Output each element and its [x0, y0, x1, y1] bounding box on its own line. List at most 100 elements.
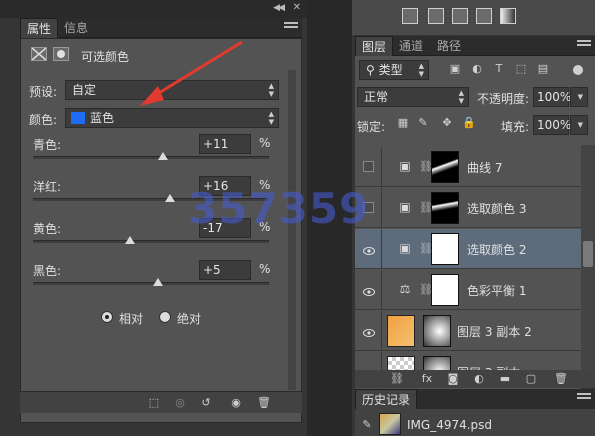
gradient-map-icon[interactable]: [500, 8, 516, 24]
absolute-label: 绝对: [177, 312, 202, 326]
layer-mask-thumbnail: [431, 192, 459, 224]
visibility-checkbox[interactable]: [363, 161, 374, 172]
eye-icon[interactable]: [363, 285, 375, 296]
preset-label: 预设:: [29, 85, 58, 99]
properties-footer: ⬚ ◎ ↺ ◉ 🗑: [20, 391, 302, 413]
slider-thumb[interactable]: [125, 236, 135, 244]
new-group-icon[interactable]: ▬: [497, 372, 513, 386]
lock-pixels-icon[interactable]: ✎: [415, 116, 431, 130]
properties-tabbar: 属性 信息: [20, 18, 302, 38]
color-swatch: [71, 112, 85, 124]
history-header: 历史记录: [355, 389, 595, 409]
slider-value-input[interactable]: +5: [199, 260, 251, 280]
history-menu-icon[interactable]: [577, 393, 591, 403]
selective-color-icon[interactable]: [476, 8, 492, 24]
text-filter-icon[interactable]: T: [491, 62, 507, 76]
chevron-down-icon: ▼: [577, 93, 583, 101]
slider-thumb[interactable]: [153, 278, 163, 286]
tab-layers[interactable]: 图层: [355, 36, 394, 56]
opacity-input[interactable]: 100%: [533, 87, 571, 107]
history-item[interactable]: IMG_4974.psd: [407, 418, 492, 432]
layer-row[interactable]: 图层 3 副本 2: [355, 311, 581, 351]
shape-filter-icon[interactable]: ⬚: [513, 62, 529, 76]
slider-track[interactable]: [33, 282, 269, 285]
new-layer-icon[interactable]: ▢: [523, 372, 539, 386]
dropdown-arrow-icon: ▲ ▼: [418, 62, 424, 78]
layer-name[interactable]: 选取颜色 3: [467, 200, 526, 217]
link-icon[interactable]: ⛓: [389, 372, 405, 386]
relative-label: 相对: [119, 312, 144, 326]
absolute-radio[interactable]: [159, 311, 171, 323]
slider-value-input[interactable]: +11: [199, 134, 251, 154]
layer-name[interactable]: 图层 3 副本 2: [457, 323, 532, 340]
relative-radio[interactable]: [101, 311, 113, 323]
filter-dropdown[interactable]: ⚲ 类型 ▲ ▼: [359, 60, 429, 80]
add-mask-icon[interactable]: ◙: [445, 372, 461, 386]
pixel-filter-icon[interactable]: ▣: [447, 62, 463, 76]
opacity-dropdown[interactable]: ▼: [570, 87, 588, 107]
fx-icon[interactable]: fx: [419, 372, 435, 386]
layer-name[interactable]: 曲线 7: [467, 159, 502, 176]
slider-track[interactable]: [33, 156, 269, 159]
history-brush-icon[interactable]: ✎: [359, 418, 375, 432]
panel-strip: ◀◀ ✕: [0, 0, 307, 18]
lock-position-icon[interactable]: ✥: [439, 116, 455, 130]
panel-menu-icon[interactable]: [284, 22, 298, 32]
row-divider: [381, 270, 382, 310]
adjustment-layer-icon: ▣: [399, 241, 411, 255]
fill-input[interactable]: 100%: [533, 115, 571, 135]
layer-row[interactable]: ⚖ ⛓ 色彩平衡 1: [355, 270, 581, 310]
layer-row[interactable]: ▣ ⛓ 曲线 7: [355, 147, 581, 187]
clip-to-layer-icon[interactable]: ⬚: [146, 396, 162, 410]
layers-scrollbar[interactable]: [581, 145, 595, 370]
slider-thumb[interactable]: [165, 194, 175, 202]
layer-name[interactable]: 选取颜色 2: [467, 241, 526, 258]
reset-icon[interactable]: ↺: [198, 396, 214, 410]
new-adjustment-icon[interactable]: ◐: [471, 372, 487, 386]
scroll-thumb[interactable]: [583, 241, 593, 267]
filter-toggle-icon[interactable]: [573, 65, 583, 75]
lock-transparent-icon[interactable]: ▦: [395, 116, 411, 130]
tab-history[interactable]: 历史记录: [355, 389, 418, 409]
brightness-adjust-icon[interactable]: [402, 8, 418, 24]
close-icon[interactable]: ✕: [293, 2, 301, 13]
slider-thumb[interactable]: [158, 152, 168, 160]
search-icon: ⚲: [366, 63, 379, 77]
tab-channels[interactable]: 通道: [393, 36, 429, 56]
tab-properties[interactable]: 属性: [20, 18, 59, 38]
tab-info[interactable]: 信息: [58, 18, 94, 38]
visibility-icon[interactable]: ◉: [228, 396, 244, 410]
delete-layer-icon[interactable]: 🗑: [553, 372, 569, 386]
layers-menu-icon[interactable]: [577, 40, 591, 50]
layer-row[interactable]: ▣ ⛓ 选取颜色 2: [355, 229, 581, 269]
lock-label: 锁定:: [357, 120, 386, 134]
slider-track[interactable]: [33, 240, 269, 243]
view-previous-icon[interactable]: ◎: [172, 396, 188, 410]
collapse-icon[interactable]: ◀◀: [273, 3, 285, 13]
curves-adjust-icon[interactable]: [452, 8, 468, 24]
layer-thumbnail: [387, 315, 415, 347]
history-thumbnail: [379, 413, 401, 435]
delete-icon[interactable]: 🗑: [256, 396, 272, 410]
mask-icon[interactable]: [53, 47, 69, 61]
tab-paths[interactable]: 路径: [431, 36, 467, 56]
levels-adjust-icon[interactable]: [428, 8, 444, 24]
smart-filter-icon[interactable]: ▤: [535, 62, 551, 76]
eye-icon[interactable]: [363, 244, 375, 255]
adjustments-toolbar: [352, 0, 595, 35]
percent-unit: %: [259, 136, 271, 150]
adjustment-icon: [31, 47, 47, 61]
row-divider: [381, 311, 382, 351]
blend-mode-dropdown[interactable]: 正常 ▲ ▼: [357, 87, 469, 107]
adjust-filter-icon[interactable]: ◐: [469, 62, 485, 76]
layer-row[interactable]: ▣ ⛓ 选取颜色 3: [355, 188, 581, 228]
fill-dropdown[interactable]: ▼: [570, 115, 588, 135]
history-body: ✎ IMG_4974.psd: [355, 409, 595, 436]
preset-value: 自定: [72, 83, 97, 97]
layer-mask-thumbnail: [431, 274, 459, 306]
row-divider: [381, 147, 382, 187]
blend-mode-value: 正常: [364, 90, 389, 104]
layer-name[interactable]: 色彩平衡 1: [467, 282, 526, 299]
eye-icon[interactable]: [363, 326, 375, 337]
lock-all-icon[interactable]: 🔒: [461, 116, 477, 130]
